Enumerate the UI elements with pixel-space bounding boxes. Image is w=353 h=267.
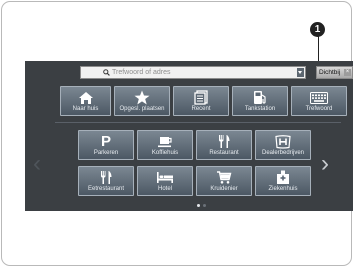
tile-label: Recent [191, 106, 211, 112]
tile-label: Restaurant [209, 150, 239, 156]
tile-parking[interactable]: P Parkeren [78, 130, 134, 160]
previous-page-arrow[interactable]: ‹ [33, 152, 41, 176]
tile-hospital[interactable]: Ziekenhuis [255, 166, 311, 196]
tile-keyword[interactable]: Trefwoord [291, 86, 347, 116]
tile-label: Naar huis [72, 106, 99, 112]
tile-go-home[interactable]: Naar huis [60, 86, 111, 116]
fork-knife-icon [219, 135, 230, 148]
shopping-cart-icon [217, 171, 232, 184]
parking-icon: P [100, 133, 111, 150]
tile-label: Tankstation [244, 106, 276, 112]
nearby-button[interactable]: Dichtbij × [316, 66, 353, 79]
recent-list-icon [194, 90, 208, 105]
tile-hotel[interactable]: Hotel [137, 166, 193, 196]
tile-coffee[interactable]: Koffiehuis [137, 130, 193, 160]
row-divider [55, 122, 341, 123]
search-dropdown-button[interactable] [297, 68, 304, 77]
tile-label: Dealerbedrijven [261, 150, 305, 156]
search-input[interactable]: Trefwoord of adres [80, 66, 306, 79]
honda-logo-icon [275, 134, 291, 149]
page-indicator [197, 204, 206, 207]
tile-label: Trefwoord [305, 106, 333, 112]
tile-label: Eetrestaurant [87, 186, 125, 192]
bed-icon [157, 172, 173, 183]
tile-label: Parkeren [93, 150, 119, 156]
tile-grocery[interactable]: Kruidenier [196, 166, 252, 196]
tile-label: Opgesl. plaatsen [119, 106, 165, 112]
callout-number: 1 [310, 22, 325, 37]
nearby-button-label: Dichtbij [319, 69, 341, 76]
tile-saved-places[interactable]: Opgesl. plaatsen [114, 86, 170, 116]
keyboard-icon [310, 91, 328, 104]
page-dot-active [197, 204, 200, 207]
next-page-arrow[interactable]: › [321, 152, 329, 176]
coffee-icon [158, 136, 172, 147]
tile-label: Kruidenier [210, 186, 238, 192]
page-dot [203, 204, 206, 207]
hospital-icon [277, 170, 289, 184]
tile-recent[interactable]: Recent [173, 86, 229, 116]
search-icon [103, 69, 110, 76]
tile-restaurant[interactable]: Restaurant [196, 130, 252, 160]
tile-dealers[interactable]: Dealerbedrijven [255, 130, 311, 160]
search-placeholder: Trefwoord of adres [112, 69, 171, 76]
tile-fuel-station[interactable]: Tankstation [232, 86, 288, 116]
home-icon [78, 91, 93, 104]
tile-label: Koffiehuis [151, 150, 179, 156]
star-icon [134, 90, 150, 105]
close-icon[interactable]: × [344, 69, 351, 76]
tile-label: Hotel [157, 186, 172, 192]
fork-knife-icon [101, 171, 112, 184]
tile-label: Ziekenhuis [268, 186, 298, 192]
navigation-screen: Trefwoord of adres Dichtbij × Naar huis … [25, 61, 353, 211]
fuel-pump-icon [254, 91, 266, 104]
tile-diner[interactable]: Eetrestaurant [78, 166, 134, 196]
